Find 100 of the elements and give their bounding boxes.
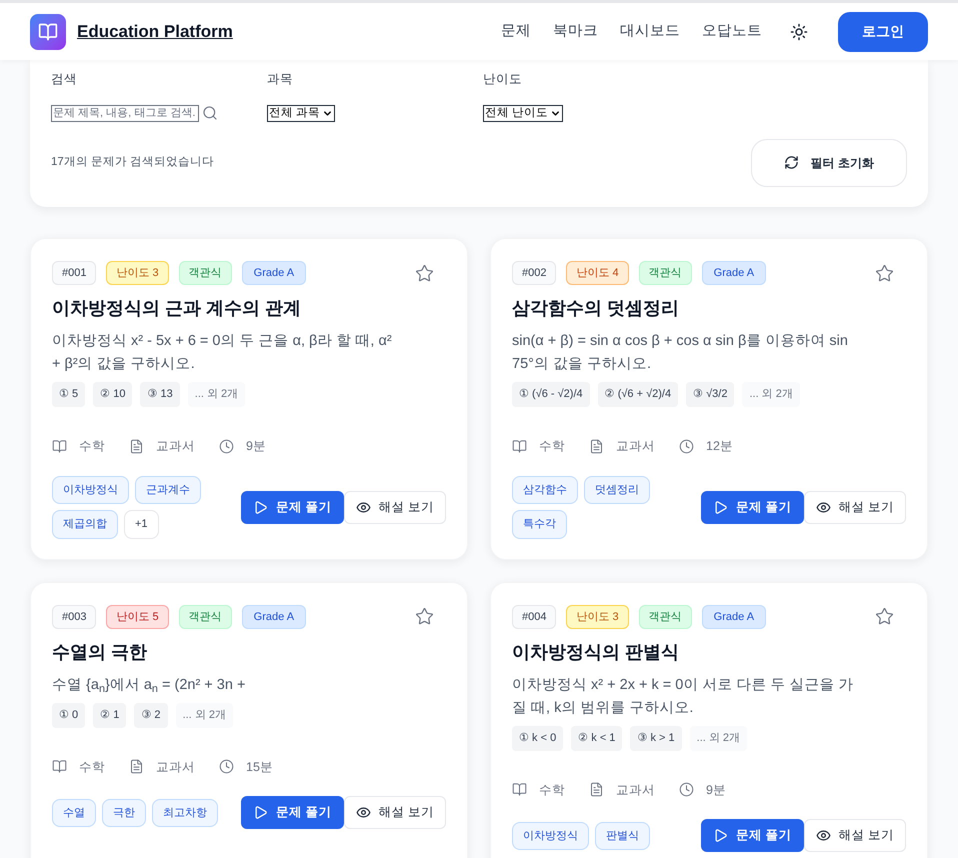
choice-chip: ① 0: [52, 703, 86, 728]
source-text: 교과서: [616, 438, 655, 455]
more-choices-chip: ... 외 2개: [690, 726, 748, 750]
search-icon[interactable]: [202, 105, 218, 122]
login-button[interactable]: 로그인: [838, 12, 928, 52]
result-count-text: 17개의 문제가 검색되었습니다: [51, 155, 214, 170]
problem-description: 수열 {a$_{n}$}에서 a$_{n}$ = (2n² + 3n +: [52, 676, 246, 697]
more-tags-chip[interactable]: +1: [124, 510, 159, 538]
tag-chip[interactable]: 최고차항: [152, 798, 218, 827]
choice-chip: ② 1: [93, 703, 126, 728]
difficulty-badge: 난이도 3: [106, 260, 169, 286]
difficulty-badge: 난이도 3: [566, 604, 629, 629]
tag-chip[interactable]: 수열: [52, 798, 96, 827]
more-choices-chip: ... 외 2개: [742, 382, 800, 407]
subject-text: 수학: [79, 758, 105, 776]
time-text: 12분: [706, 438, 733, 455]
difficulty-badge: 난이도 4: [566, 260, 629, 286]
play-icon: [713, 828, 728, 844]
view-solution-button[interactable]: 해설 보기: [344, 490, 446, 524]
problem-id-badge: #003: [52, 604, 96, 629]
problem-title: 이차방정식의 판별식: [512, 641, 680, 664]
search-field[interactable]: 문제 제목, 내용, 태그로 검색.: [51, 104, 199, 122]
problem-title: 삼각함수의 덧셈정리: [512, 297, 680, 320]
choice-chip: ③ 13: [140, 382, 180, 407]
time-text: 9분: [706, 782, 726, 798]
time-text: 15분: [246, 758, 273, 776]
bookmark-star-icon[interactable]: [415, 607, 434, 626]
choice-chip: ② (√6 + √2)/4: [598, 382, 678, 407]
clock-icon: [679, 782, 694, 798]
solve-button[interactable]: 문제 풀기: [701, 819, 804, 852]
nav-link[interactable]: 북마크: [553, 20, 598, 42]
grade-badge: Grade A: [702, 260, 766, 286]
difficulty-select[interactable]: 전체 난이도: [483, 104, 564, 122]
document-icon: [589, 782, 604, 798]
nav-link[interactable]: 오답노트: [702, 20, 762, 42]
play-icon: [253, 500, 268, 514]
book-icon: [52, 438, 67, 454]
search-label: 검색: [51, 71, 78, 88]
bookmark-star-icon[interactable]: [415, 264, 434, 282]
theme-toggle-icon[interactable]: [790, 22, 808, 40]
nav-link[interactable]: 문제: [501, 20, 531, 42]
type-badge: 객관식: [638, 604, 692, 629]
choice-chip: ② k < 1: [571, 726, 622, 750]
problem-id-badge: #002: [512, 260, 556, 286]
choice-chip: ③ 2: [134, 703, 168, 728]
problem-id-badge: #001: [52, 260, 96, 286]
choice-chip: ③ √3/2: [686, 382, 734, 407]
view-solution-button[interactable]: 해설 보기: [804, 819, 906, 852]
type-badge: 객관식: [178, 260, 232, 286]
reset-filters-button[interactable]: 필터 초기화: [750, 138, 907, 187]
type-badge: 객관식: [638, 260, 692, 286]
brand-link[interactable]: Education Platform: [77, 18, 233, 44]
document-icon: [129, 438, 144, 454]
choice-chip: ① k < 0: [512, 726, 564, 750]
eye-icon: [356, 500, 371, 514]
logo-icon[interactable]: [30, 14, 66, 50]
grade-badge: Grade A: [702, 604, 766, 629]
more-choices-chip: ... 외 2개: [188, 382, 246, 407]
problem-description: sin(α + β) = sin α cos β + cos α sin β를 이용하여 sin 75°의 값을 구하시오.: [512, 332, 849, 374]
choice-chip: ③ k > 1: [630, 726, 682, 750]
eye-icon: [816, 828, 831, 844]
source-text: 교과서: [616, 782, 655, 798]
bookmark-star-icon[interactable]: [875, 264, 894, 282]
source-text: 교과서: [156, 758, 195, 776]
time-text: 9분: [246, 438, 266, 455]
book-icon: [512, 782, 527, 798]
document-icon: [129, 759, 144, 774]
view-solution-button[interactable]: 해설 보기: [804, 490, 906, 524]
grade-badge: Grade A: [242, 604, 306, 629]
book-icon: [52, 759, 67, 774]
grade-badge: Grade A: [242, 260, 306, 286]
solve-button[interactable]: 문제 풀기: [701, 490, 804, 524]
problem-id-badge: #004: [512, 604, 556, 629]
subject-text: 수학: [79, 438, 105, 455]
nav-link[interactable]: 대시보드: [620, 20, 680, 42]
tag-chip[interactable]: 제곱의합: [52, 510, 118, 538]
more-choices-chip: ... 외 2개: [176, 703, 233, 728]
subject-text: 수학: [539, 782, 565, 798]
tag-chip[interactable]: 근과계수: [135, 476, 201, 504]
choice-chip: ① 5: [52, 382, 86, 407]
tag-chip[interactable]: 극한: [102, 798, 146, 827]
solve-button[interactable]: 문제 풀기: [241, 490, 344, 524]
tag-chip[interactable]: 덧셈정리: [584, 476, 650, 504]
subject-select[interactable]: 전체 과목: [267, 104, 336, 122]
play-icon: [253, 805, 268, 820]
tag-chip[interactable]: 삼각함수: [512, 476, 578, 504]
problem-title: 이차방정식의 근과 계수의 관계: [52, 297, 302, 320]
play-icon: [713, 500, 728, 514]
refresh-icon: [784, 155, 799, 170]
tag-chip[interactable]: 판별식: [595, 822, 650, 850]
solve-button[interactable]: 문제 풀기: [241, 796, 344, 830]
subject-text: 수학: [539, 438, 565, 455]
problem-title: 수열의 극한: [52, 641, 148, 664]
tag-chip[interactable]: 이차방정식: [52, 476, 129, 504]
tag-chip[interactable]: 이차방정식: [512, 822, 589, 850]
source-text: 교과서: [156, 438, 195, 455]
clock-icon: [219, 759, 234, 774]
view-solution-button[interactable]: 해설 보기: [344, 796, 446, 830]
tag-chip[interactable]: 특수각: [512, 510, 567, 538]
bookmark-star-icon[interactable]: [875, 607, 894, 626]
